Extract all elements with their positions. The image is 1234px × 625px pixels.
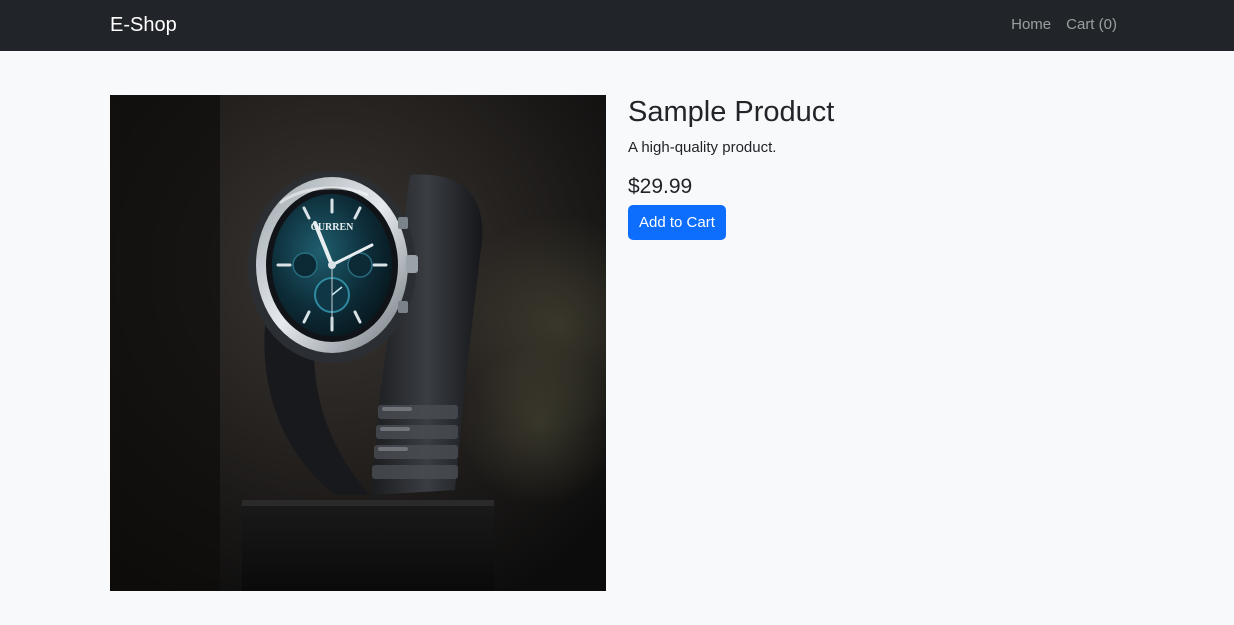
cart-count: 0 xyxy=(1099,16,1117,33)
product-title: Sample Product xyxy=(628,96,835,128)
wristwatch-photo: CURREN xyxy=(110,95,606,591)
dial-brand-text: CURREN xyxy=(311,222,355,233)
product-image: CURREN xyxy=(110,95,606,591)
brand-logo-link[interactable]: E-Shop xyxy=(110,12,177,38)
navbar: E-Shop Home Cart 0 xyxy=(0,0,1234,51)
product-price: $29.99 xyxy=(628,175,693,198)
nav-link-cart[interactable]: Cart 0 xyxy=(1066,16,1117,34)
nav-link-home[interactable]: Home xyxy=(1011,16,1051,34)
nav-links: Home Cart 0 xyxy=(1011,16,1117,34)
product-description: A high-quality product. xyxy=(628,139,777,156)
cart-label: Cart xyxy=(1066,16,1095,33)
add-to-cart-button[interactable]: Add to Cart xyxy=(628,205,726,240)
product-info: Sample Product A high-quality product. $… xyxy=(628,95,1128,240)
